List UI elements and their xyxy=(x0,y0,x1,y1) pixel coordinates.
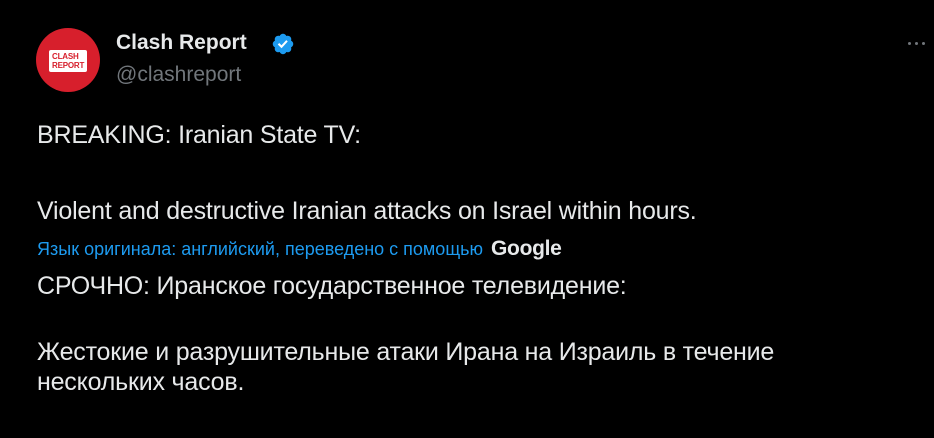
tweet: CLASH REPORT Clash Report @clashreport B… xyxy=(0,0,934,438)
logo-text-line1: CLASH xyxy=(52,52,79,61)
more-options-icon[interactable] xyxy=(908,40,928,50)
translation-attribution: Язык оригинала: английский, переведено с… xyxy=(37,237,562,261)
verified-badge-icon xyxy=(272,33,294,55)
tweet-text-original-line2: Violent and destructive Iranian attacks … xyxy=(37,197,697,225)
translation-note-link[interactable]: Язык оригинала: английский, переведено с… xyxy=(37,239,483,259)
tweet-text-original-line1: BREAKING: Iranian State TV: xyxy=(37,121,361,149)
handle[interactable]: @clashreport xyxy=(116,63,241,87)
avatar[interactable]: CLASH REPORT xyxy=(36,28,100,92)
logo-text-line2: REPORT xyxy=(52,61,85,70)
google-logo: Google xyxy=(491,237,562,260)
display-name[interactable]: Clash Report xyxy=(116,31,247,55)
clash-report-logo: CLASH REPORT xyxy=(49,50,87,72)
tweet-text-translated-line2b: нескольких часов. xyxy=(37,368,245,396)
tweet-text-translated-line2a: Жестокие и разрушительные атаки Ирана на… xyxy=(37,338,775,366)
tweet-text-translated-line1: СРОЧНО: Иранское государственное телевид… xyxy=(37,272,627,300)
